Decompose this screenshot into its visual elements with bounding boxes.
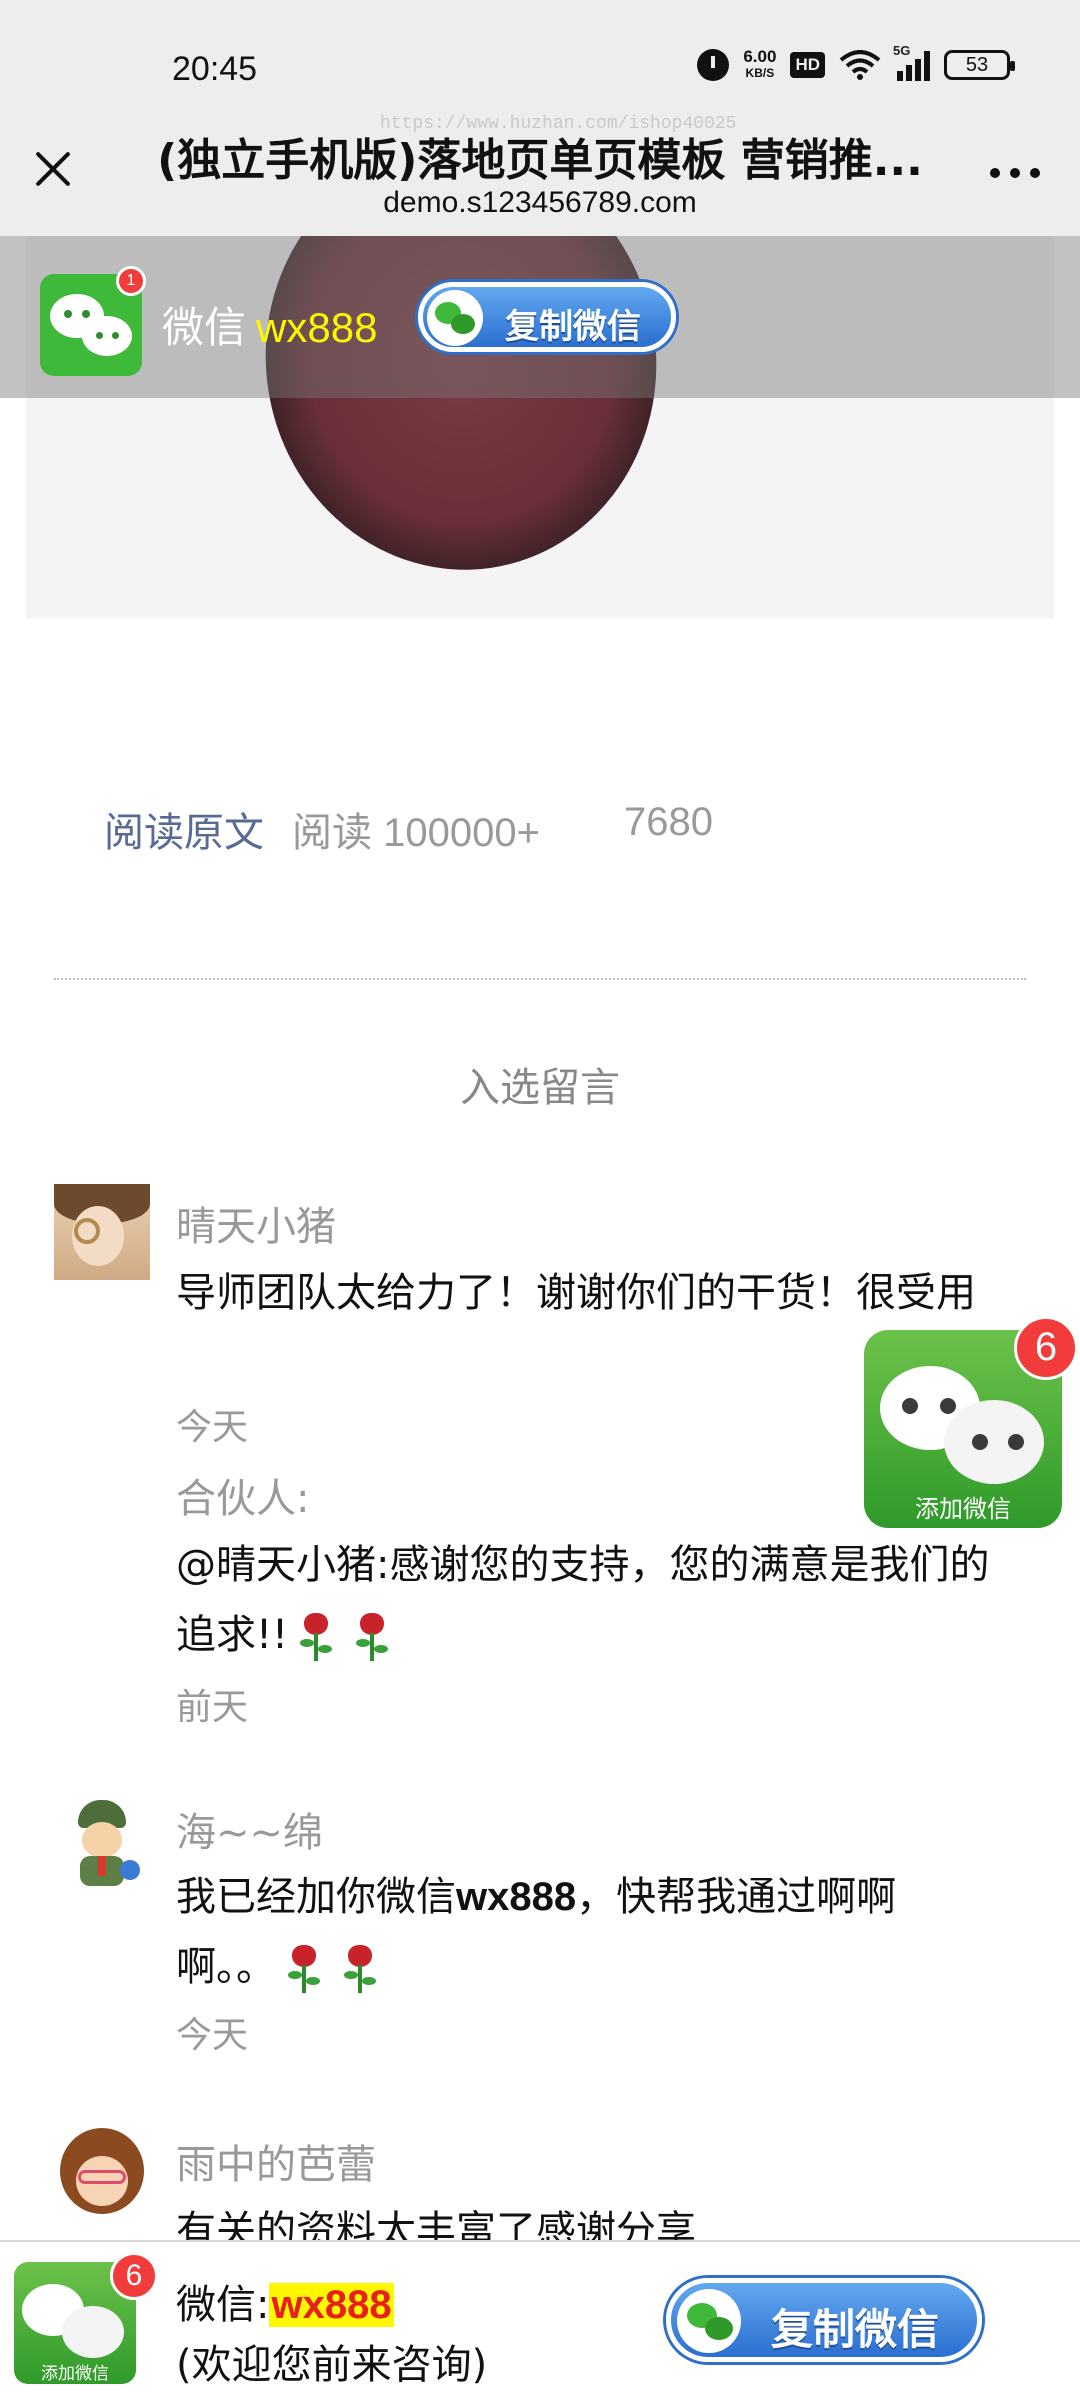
contact-tagline: (欢迎您前来咨询) (176, 2342, 488, 2388)
add-wechat-icon[interactable]: 添加微信 6 (14, 2252, 158, 2384)
status-time: 20:45 (172, 50, 258, 88)
rose-icon (350, 1611, 394, 1663)
reply-time: 前天 (176, 1687, 249, 1728)
notification-badge: 1 (116, 266, 146, 296)
wechat-icon (677, 2289, 741, 2353)
divider (54, 978, 1026, 980)
status-icons: 6.00 KB/S HD 5G 53 (697, 43, 1015, 82)
add-wechat-label: 添加微信 (915, 1495, 1011, 1523)
signal-type: 5G (893, 43, 911, 58)
signal-icon: 5G (893, 43, 930, 81)
read-count-value: 100000+ (383, 811, 540, 855)
comment-wechat-id: wx888 (456, 1875, 577, 1919)
avatar (54, 1184, 150, 1280)
page-url: demo.s123456789.com (383, 186, 697, 219)
avatar (54, 2124, 150, 2220)
add-wechat-label: 添加微信 (41, 2364, 109, 2384)
browser-header: 20:45 6.00 KB/S HD 5G 53 https://www.huz… (0, 0, 1080, 236)
wechat-label: 微信: (176, 2282, 270, 2328)
copy-wechat-label: 复制微信 (505, 307, 641, 347)
comments-title: 入选留言 (460, 1065, 620, 1111)
hd-icon: HD (790, 52, 825, 78)
copy-wechat-label: 复制微信 (771, 2305, 940, 2354)
rose-icon (294, 1611, 338, 1663)
wechat-label: 微信 (162, 303, 247, 352)
wechat-icon[interactable]: 1 (40, 266, 146, 376)
comment-author: 晴天小猪 (176, 1204, 336, 1250)
notification-badge: 6 (1014, 1316, 1078, 1380)
wechat-contact: 微信:wx888 (176, 2272, 394, 2330)
reply-author: 合伙人: (176, 1476, 310, 1522)
floating-add-wechat-button[interactable]: 添加微信 6 (864, 1316, 1078, 1528)
copy-wechat-button[interactable]: 复制微信 (418, 282, 676, 352)
more-options-icon[interactable] (990, 168, 1040, 178)
comment-text: 我已经加你微信wx888，快帮我通过啊啊啊。。 (176, 1862, 976, 2002)
comment-time: 今天 (176, 1407, 249, 1448)
sticky-wechat-bar: 1 微信 wx888 复制微信 (0, 236, 1080, 398)
read-label: 阅读 (292, 810, 372, 856)
bottom-contact-bar: 添加微信 6 微信:wx888 (欢迎您前来咨询) 复制微信 (0, 2240, 1080, 2400)
network-speed: 6.00 KB/S (743, 48, 776, 82)
like-count: 7680 (623, 800, 713, 844)
network-speed-unit: KB/S (745, 66, 775, 80)
comment-text: 导师团队太给力了！谢谢你们的干货！很受用 (176, 1270, 976, 1316)
comment-author: 海~~绵 (176, 1810, 324, 1856)
wechat-contact: 微信 wx888 (162, 294, 377, 355)
wifi-icon (839, 50, 881, 80)
wechat-id: wx888 (269, 2283, 394, 2327)
comment-text-part: 我已经加你微信 (176, 1874, 456, 1920)
copy-wechat-button[interactable]: 复制微信 (666, 2278, 982, 2362)
wechat-id: wx888 (256, 304, 378, 351)
alarm-icon (697, 49, 730, 81)
comment-author: 雨中的芭蕾 (176, 2142, 376, 2188)
network-speed-value: 6.00 (743, 47, 777, 66)
reply-text: @晴天小猪:感谢您的支持，您的满意是我们的追求!! (176, 1530, 1016, 1670)
notification-badge: 6 (110, 2252, 158, 2300)
rose-icon (338, 1943, 382, 1995)
avatar (54, 1794, 150, 1890)
battery-icon: 53 (944, 50, 1015, 80)
read-count: 阅读 100000+ (292, 800, 540, 858)
read-original-link[interactable]: 阅读原文 (104, 800, 264, 858)
wechat-icon (427, 290, 483, 346)
comment-time: 今天 (176, 2015, 249, 2056)
article-stats: 阅读原文 阅读 100000+ 7680 (104, 800, 713, 858)
rose-icon (282, 1943, 326, 1995)
page-title: (独立手机版)落地页单页模板 营销推... (157, 135, 923, 186)
